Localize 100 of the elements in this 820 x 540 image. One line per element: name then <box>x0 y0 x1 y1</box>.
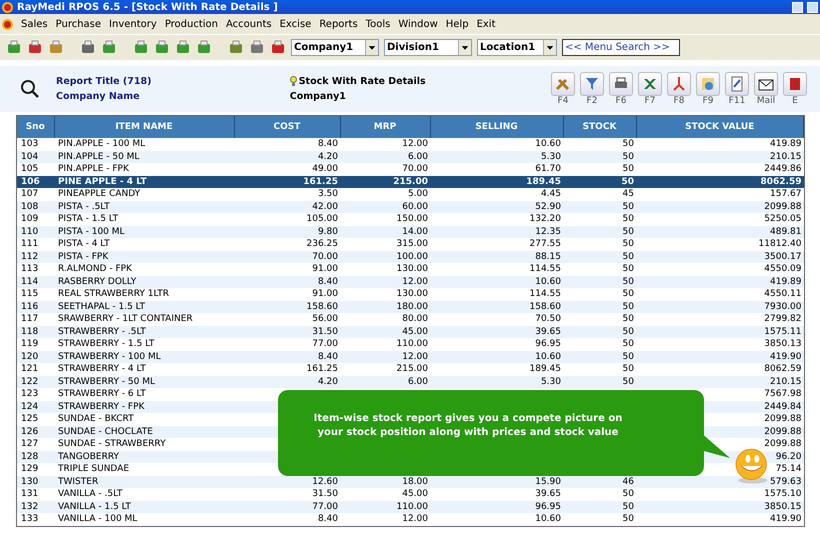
menu-item[interactable]: Window <box>398 18 438 30</box>
column-header[interactable]: STOCK <box>563 116 636 138</box>
menu-item[interactable]: Sales <box>21 18 48 30</box>
toolbar-icon[interactable] <box>6 40 22 56</box>
table-cell: 3850.13 <box>636 338 804 350</box>
menu-item[interactable]: Production <box>164 18 218 30</box>
exit-icon[interactable] <box>783 72 807 96</box>
table-row[interactable]: 120 STRAWBERRY - 100 ML 8.40 12.00 10.60 50 419.90 <box>17 350 804 363</box>
table-cell: STRAWBERRY - .5LT <box>54 326 234 338</box>
table-row[interactable]: 130 TWISTER 12.60 18.00 15.90 46 579.63 <box>17 476 804 488</box>
print-icon[interactable] <box>609 72 633 96</box>
table-cell: 12.00 <box>340 276 430 288</box>
menu-item[interactable]: Reports <box>319 18 358 30</box>
menu-search-field[interactable]: << Menu Search >> <box>562 39 680 56</box>
table-row[interactable]: 132 VANILLA - 1.5 LT 77.00 110.00 96.95 50 3850.15 <box>17 500 804 513</box>
table-row[interactable]: 112 PISTA - FPK 70.00 100.00 88.15 50 3500.17 <box>17 250 804 263</box>
toolbar-icon[interactable] <box>154 40 170 56</box>
column-header[interactable]: Sno <box>17 116 54 138</box>
menu-item[interactable]: Exit <box>476 18 496 30</box>
table-cell: 91.00 <box>234 288 340 300</box>
company-name: Company1 <box>290 91 347 102</box>
table-cell: 110 <box>17 226 54 238</box>
table-row[interactable]: 116 SEETHAPAL - 1.5 LT 158.60 180.00 158.60 50 7930.00 <box>17 300 804 313</box>
dropdown[interactable]: Company1 <box>291 39 379 56</box>
table-cell: 70.00 <box>340 163 430 176</box>
table-cell: TWISTER <box>54 476 234 488</box>
toolbar-icon[interactable] <box>196 40 212 56</box>
table-cell: 50 <box>563 200 636 213</box>
table-cell: 2449.86 <box>636 163 804 176</box>
table-cell: 50 <box>563 513 636 526</box>
table-cell: 419.89 <box>636 276 804 288</box>
table-cell: 3500.17 <box>636 250 804 263</box>
table-cell: 118 <box>17 326 54 338</box>
table-row[interactable]: 110 PISTA - 100 ML 9.80 14.00 12.35 50 489.81 <box>17 226 804 238</box>
menu-item[interactable]: Help <box>446 18 469 30</box>
table-cell: 3.50 <box>234 188 340 200</box>
minimize-button[interactable] <box>792 2 803 12</box>
restore-button[interactable] <box>807 2 818 12</box>
dropdown[interactable]: Location1 <box>477 39 557 56</box>
column-header[interactable]: MRP <box>340 116 430 138</box>
table-cell: 107 <box>17 188 54 200</box>
table-cell: 210.15 <box>636 376 804 388</box>
table-cell: 128 <box>17 450 54 463</box>
table-cell: 45 <box>563 188 636 200</box>
table-cell: STRAWBERRY - FPK <box>54 400 234 413</box>
toolbar-icon[interactable] <box>27 40 43 56</box>
table-cell: 50 <box>563 163 636 176</box>
app-icon <box>2 2 13 12</box>
spreadsheet-icon[interactable] <box>638 72 662 96</box>
table-cell: 31.50 <box>234 326 340 338</box>
note-icon[interactable] <box>725 72 749 96</box>
table-cell: SRAWBERRY - 1LT CONTAINER <box>54 313 234 326</box>
table-cell: PIN.APPLE - 50 ML <box>54 150 234 163</box>
toolbar-icon[interactable] <box>228 40 244 56</box>
toolbar-icon[interactable] <box>249 40 265 56</box>
table-cell: 49.00 <box>234 163 340 176</box>
table-cell: 112 <box>17 250 54 263</box>
menu-item[interactable]: Purchase <box>56 18 102 30</box>
table-cell: 5.30 <box>430 150 563 163</box>
column-header[interactable]: SELLING <box>430 116 563 138</box>
table-cell: 125 <box>17 413 54 426</box>
search-icon[interactable] <box>20 79 40 99</box>
toolbar-icon[interactable] <box>270 40 286 56</box>
table-row[interactable]: 114 RASBERRY DOLLY 8.40 12.00 10.60 50 419.89 <box>17 276 804 288</box>
table-cell: 4.20 <box>234 376 340 388</box>
table-cell: PINE APPLE - 4 LT <box>54 176 234 188</box>
menu-item[interactable]: Inventory <box>109 18 157 30</box>
table-cell: 103 <box>17 138 54 150</box>
table-cell: 50 <box>563 488 636 500</box>
toolbar-icon[interactable] <box>101 40 117 56</box>
toolbar-icon[interactable] <box>175 40 191 56</box>
dropdown[interactable]: Division1 <box>384 39 472 56</box>
table-cell: 8062.59 <box>636 176 804 188</box>
menu-item[interactable]: Tools <box>366 18 390 30</box>
table-cell: 113 <box>17 263 54 276</box>
toolbar-icon[interactable] <box>48 40 64 56</box>
column-header[interactable]: COST <box>234 116 340 138</box>
menu-item[interactable]: Excise <box>280 18 312 30</box>
filter-icon[interactable] <box>580 72 604 96</box>
table-cell: 50 <box>563 313 636 326</box>
table-cell: 105 <box>17 163 54 176</box>
table-cell: SUNDAE - STRAWBERRY <box>54 438 234 450</box>
column-header[interactable]: ITEM NAME <box>54 116 234 138</box>
toolbar-icon[interactable] <box>80 40 96 56</box>
table-cell: 161.25 <box>234 176 340 188</box>
table-cell: 45.00 <box>340 488 430 500</box>
toolbar-icon[interactable] <box>133 40 149 56</box>
table-cell: 10.60 <box>430 138 563 150</box>
table-cell: PIN.APPLE - FPK <box>54 163 234 176</box>
mail-icon[interactable] <box>754 72 778 96</box>
table-cell: 129 <box>17 463 54 476</box>
table-cell: 39.65 <box>430 488 563 500</box>
table-row[interactable]: 118 STRAWBERRY - .5LT 31.50 45.00 39.65 50 1575.11 <box>17 326 804 338</box>
shortcut-key: E <box>792 96 798 106</box>
table-cell: STRAWBERRY - 4 LT <box>54 363 234 376</box>
table-cell: 215.00 <box>340 363 430 376</box>
table-row[interactable]: 122 STRAWBERRY - 50 ML 4.20 6.00 5.30 50 210.15 <box>17 376 804 388</box>
menu-item[interactable]: Accounts <box>226 18 272 30</box>
column-header[interactable]: STOCK VALUE <box>636 116 804 138</box>
table-cell: 2799.82 <box>636 313 804 326</box>
